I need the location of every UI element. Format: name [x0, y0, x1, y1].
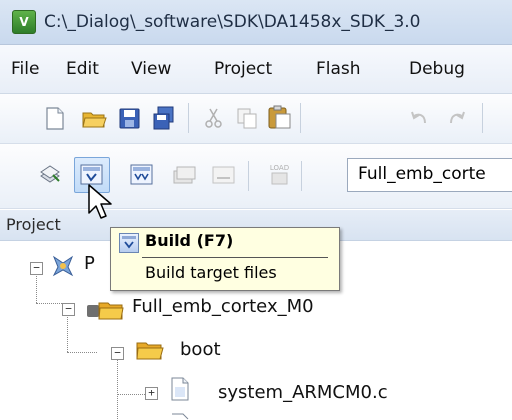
expand-toggle[interactable]: +: [145, 387, 158, 400]
toolbar-separator: [248, 161, 249, 191]
copy-icon[interactable]: [234, 105, 261, 132]
menu-view[interactable]: View: [131, 59, 171, 79]
tree-item-target[interactable]: Full_emb_cortex_M0: [132, 296, 314, 317]
toolbar-separator: [301, 161, 302, 191]
collapse-toggle[interactable]: −: [62, 303, 75, 316]
target-select[interactable]: Full_emb_corte: [347, 158, 512, 192]
stop-build-icon[interactable]: [210, 161, 237, 188]
mouse-pointer-icon: [88, 184, 112, 219]
toolbar-separator: [300, 103, 301, 133]
save-icon[interactable]: [116, 105, 143, 132]
translate-icon[interactable]: [37, 161, 64, 188]
app-icon: V: [12, 10, 36, 34]
tooltip-description: Build target files: [145, 263, 277, 282]
new-file-icon[interactable]: [41, 105, 68, 132]
menu-debug[interactable]: Debug: [409, 59, 465, 79]
rebuild-icon[interactable]: [128, 161, 155, 188]
save-all-icon[interactable]: [150, 105, 177, 132]
target-folder-icon: [87, 302, 124, 320]
tree-item-file[interactable]: system_ARMCM0.c: [218, 382, 388, 403]
tree-connector: [117, 394, 147, 395]
cut-icon[interactable]: [200, 105, 227, 132]
tooltip-title: Build (F7): [145, 231, 234, 250]
window-title: C:\_Dialog\_software\SDK\DA1458x_SDK_3.0: [44, 12, 421, 32]
toolbar-separator: [482, 103, 483, 133]
target-select-value: Full_emb_corte: [358, 164, 486, 184]
redo-icon[interactable]: [442, 105, 469, 132]
svg-text:LOAD: LOAD: [270, 164, 289, 172]
tree-connector: [67, 352, 97, 353]
workspace-icon: [52, 255, 74, 277]
batch-build-icon[interactable]: [170, 161, 197, 188]
c-file-icon: [171, 377, 189, 401]
collapse-toggle[interactable]: −: [30, 262, 43, 275]
project-pane-title: Project: [6, 215, 61, 234]
menu-project[interactable]: Project: [214, 59, 272, 79]
menu-file[interactable]: File: [11, 59, 39, 79]
title-bar: V C:\_Dialog\_software\SDK\DA1458x_SDK_3…: [0, 0, 512, 45]
build-icon: [119, 233, 139, 253]
menu-edit[interactable]: Edit: [66, 59, 99, 79]
collapse-toggle[interactable]: −: [111, 347, 124, 360]
tree-item-root[interactable]: P: [84, 253, 95, 274]
menu-flash[interactable]: Flash: [316, 59, 361, 79]
tree-item-group[interactable]: boot: [180, 339, 221, 360]
paste-icon[interactable]: [266, 103, 293, 130]
build-toolbar: LOAD Full_emb_corte: [0, 144, 512, 209]
tooltip-divider: [142, 257, 328, 258]
toolbar-separator: [188, 103, 189, 133]
tree-connector: [117, 360, 118, 419]
file-toolbar: [0, 94, 512, 144]
load-icon[interactable]: LOAD: [266, 161, 293, 188]
tree-connector: [67, 312, 68, 352]
open-folder-icon[interactable]: [81, 105, 108, 132]
group-folder-icon: [136, 342, 164, 360]
undo-icon[interactable]: [407, 105, 434, 132]
menu-bar: File Edit View Project Flash Debug: [0, 45, 512, 94]
build-tooltip: Build (F7) Build target files: [110, 227, 340, 291]
